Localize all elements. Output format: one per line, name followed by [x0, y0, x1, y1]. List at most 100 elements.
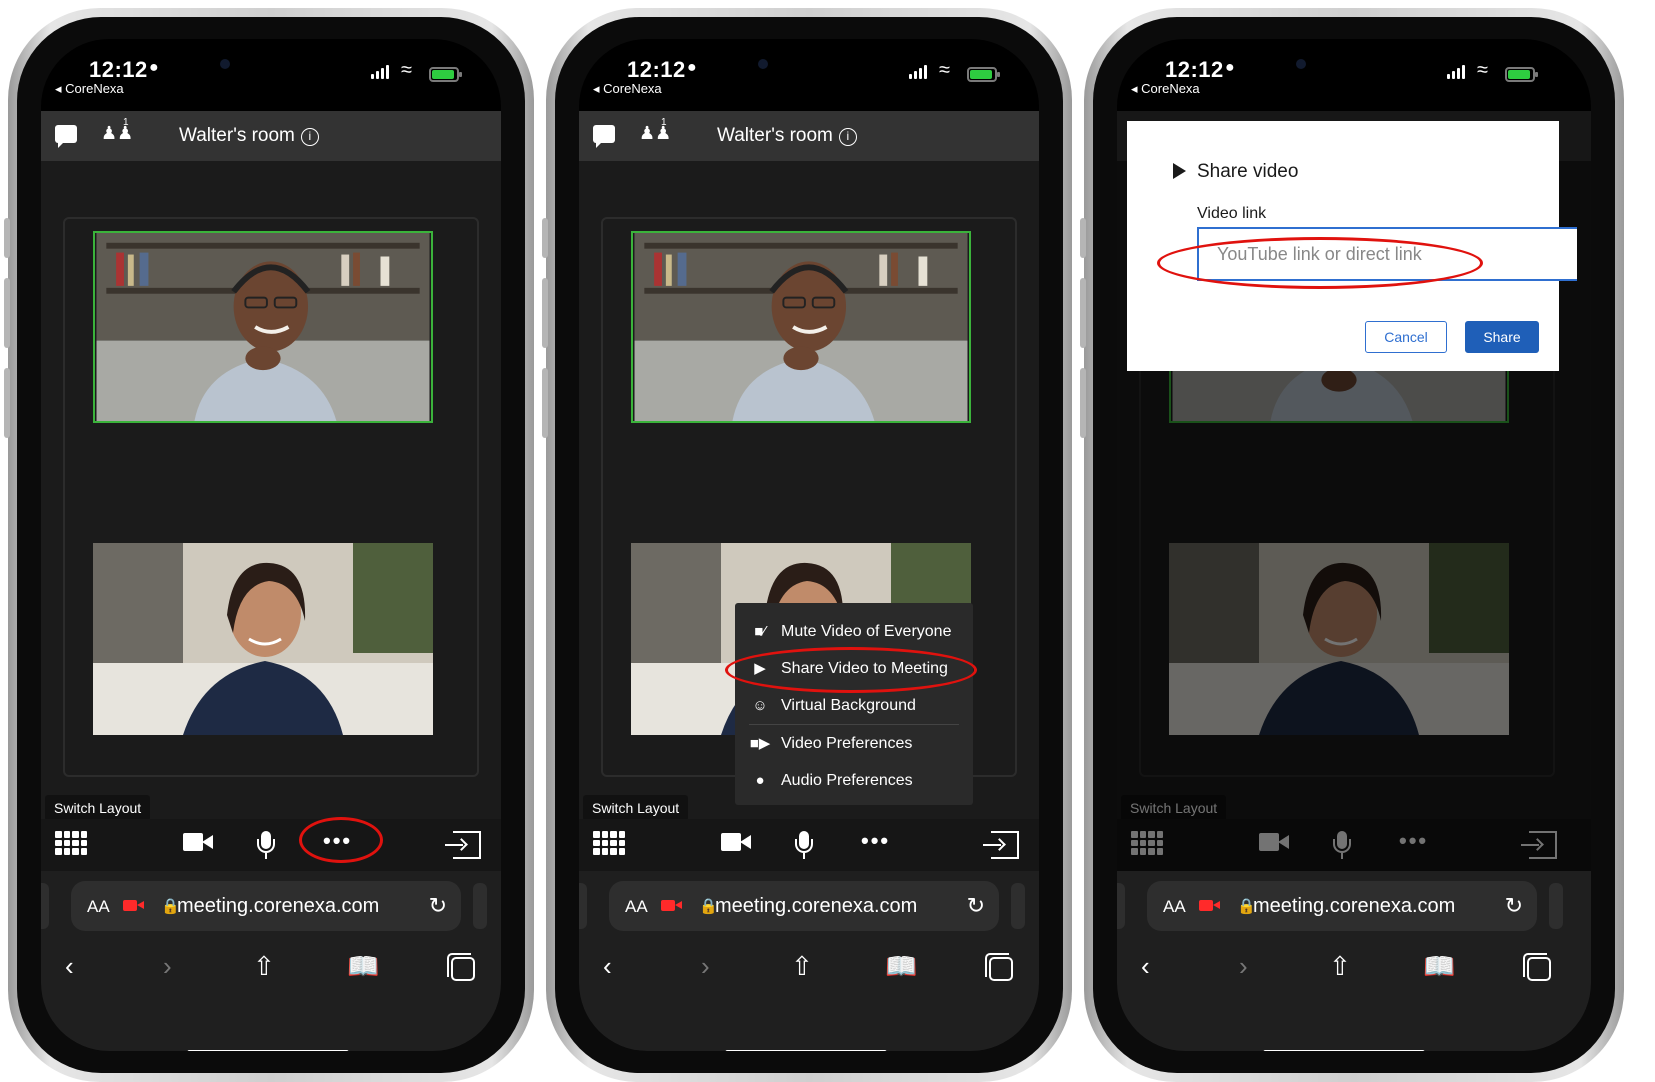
side-button	[542, 278, 548, 348]
back-icon[interactable]: ‹	[603, 951, 612, 982]
microphone-toggle-icon[interactable]	[793, 831, 815, 861]
front-camera	[220, 59, 230, 69]
notch	[736, 39, 900, 101]
video-tile-walter[interactable]	[631, 231, 971, 423]
meeting-toolbar: •••	[41, 819, 501, 871]
info-icon[interactable]: i	[300, 128, 319, 146]
info-icon[interactable]: i	[838, 128, 857, 146]
side-button	[4, 368, 10, 438]
forward-icon[interactable]: ›	[701, 951, 710, 982]
side-button	[1080, 368, 1086, 438]
address-bar[interactable]: AA 🔒 meeting.corenexa.com ↻	[1147, 881, 1537, 931]
wifi-icon: ≈	[939, 59, 950, 81]
menu-item-audio-preferences[interactable]: ● Audio Preferences	[735, 762, 973, 799]
address-bar[interactable]: AA 🔒 meeting.corenexa.com ↻	[609, 881, 999, 931]
leave-meeting-icon[interactable]	[445, 831, 481, 859]
wifi-icon: ≈	[1477, 59, 1488, 81]
tab-preview	[1549, 883, 1563, 929]
forward-icon[interactable]: ›	[163, 951, 172, 982]
bookmarks-icon[interactable]: 📖	[1423, 951, 1455, 982]
tab-preview	[1011, 883, 1025, 929]
back-to-app-link[interactable]: ◂ CoreNexa	[1131, 81, 1200, 97]
tile-view-icon[interactable]	[593, 831, 625, 855]
safari-toolbar: AA 🔒 meeting.corenexa.com ↻ ‹ › ⇧ 📖	[1117, 871, 1591, 1051]
share-sheet-icon[interactable]: ⇧	[791, 951, 813, 982]
video-link-input[interactable]	[1197, 227, 1577, 281]
bookmarks-icon[interactable]: 📖	[347, 951, 379, 982]
back-icon[interactable]: ‹	[65, 951, 74, 982]
battery-icon	[1505, 67, 1538, 82]
text-size-button[interactable]: AA	[625, 897, 648, 917]
bezel: 12:12 ● ◂ CoreNexa ≈ ♟♟ 1 Walter's room i	[17, 17, 525, 1073]
safari-toolbar: AA 🔒 meeting.corenexa.com ↻ ‹ › ⇧ 📖	[41, 871, 501, 1051]
reload-icon[interactable]: ↻	[429, 893, 447, 919]
tab-preview	[473, 883, 487, 929]
tabs-icon[interactable]	[447, 953, 475, 981]
forward-icon[interactable]: ›	[1239, 951, 1248, 982]
microphone-icon: ●	[755, 772, 765, 789]
home-indicator	[187, 1050, 349, 1051]
video-tile-participant[interactable]	[93, 543, 433, 735]
address-bar[interactable]: AA 🔒 meeting.corenexa.com ↻	[71, 881, 461, 931]
home-indicator	[1263, 1050, 1425, 1051]
video-tile-walter[interactable]	[93, 231, 433, 423]
switch-layout-button[interactable]: Switch Layout	[583, 795, 689, 821]
more-options-menu: ■⁄ Mute Video of Everyone ▶ Share Video to…	[735, 603, 973, 805]
bezel: 12:12 ● ◂ CoreNexa ≈ ♟♟ 1 Walter's room i	[555, 17, 1063, 1073]
more-options-icon[interactable]: •••	[323, 830, 352, 852]
side-button	[4, 218, 10, 258]
back-icon[interactable]: ‹	[1141, 951, 1150, 982]
share-sheet-icon[interactable]: ⇧	[253, 951, 275, 982]
phone-2: 12:12 ● ◂ CoreNexa ≈ ♟♟ 1 Walter's room i	[542, 8, 1072, 1082]
share-button[interactable]: Share	[1465, 321, 1539, 353]
browser-nav: ‹ › ⇧ 📖	[41, 951, 501, 991]
signal-icon	[1447, 65, 1467, 79]
phone-1: 12:12 ● ◂ CoreNexa ≈ ♟♟ 1 Walter's room i	[4, 8, 534, 1082]
switch-layout-button[interactable]: Switch Layout	[45, 795, 151, 821]
share-sheet-icon[interactable]: ⇧	[1329, 951, 1351, 982]
tabs-icon[interactable]	[985, 953, 1013, 981]
chat-icon[interactable]	[593, 125, 615, 148]
side-button	[4, 278, 10, 348]
url-text: meeting.corenexa.com	[177, 895, 380, 917]
more-options-icon[interactable]: •••	[861, 830, 890, 852]
walter-video	[634, 233, 968, 421]
tabs-icon[interactable]	[1523, 953, 1551, 981]
camera-toggle-icon[interactable]	[183, 831, 213, 853]
reload-icon[interactable]: ↻	[1505, 893, 1523, 919]
phone-3: 12:12 ● ◂ CoreNexa ≈ Share video Video l…	[1080, 8, 1624, 1082]
text-size-button[interactable]: AA	[1163, 897, 1186, 917]
share-video-dialog: Share video Video link Cancel Share	[1127, 121, 1577, 371]
menu-item-virtual-background[interactable]: ☺ Virtual Background	[735, 687, 973, 724]
signal-icon	[909, 65, 929, 79]
participant-count: 1	[123, 117, 129, 128]
home-indicator	[725, 1050, 887, 1051]
status-time: 12:12	[1165, 57, 1224, 82]
chat-icon[interactable]	[55, 125, 77, 148]
reload-icon[interactable]: ↻	[967, 893, 985, 919]
dialog-title: Share video	[1197, 161, 1299, 182]
back-to-app-link[interactable]: ◂ CoreNexa	[593, 81, 662, 97]
person-icon: ●	[687, 59, 697, 76]
leave-meeting-icon[interactable]	[983, 831, 1019, 859]
cancel-button[interactable]: Cancel	[1365, 321, 1447, 353]
menu-item-video-preferences[interactable]: ■▶ Video Preferences	[735, 725, 973, 762]
camera-toggle-icon[interactable]	[721, 831, 751, 853]
side-button	[1080, 278, 1086, 348]
screen: 12:12 ● ◂ CoreNexa ≈ Share video Video l…	[1117, 39, 1591, 1051]
tile-view-icon[interactable]	[55, 831, 87, 855]
bookmarks-icon[interactable]: 📖	[885, 951, 917, 982]
notch	[198, 39, 362, 101]
camera-icon: ■▶	[749, 735, 771, 752]
menu-item-mute-video-everyone[interactable]: ■⁄ Mute Video of Everyone	[735, 613, 973, 650]
side-button	[542, 368, 548, 438]
text-size-button[interactable]: AA	[87, 897, 110, 917]
back-to-app-link[interactable]: ◂ CoreNexa	[55, 81, 124, 97]
recording-icon	[1199, 900, 1220, 911]
menu-item-share-video[interactable]: ▶ Share Video to Meeting	[735, 650, 973, 687]
screen: 12:12 ● ◂ CoreNexa ≈ ♟♟ 1 Walter's room i	[579, 39, 1039, 1051]
side-button	[542, 218, 548, 258]
browser-nav: ‹ › ⇧ 📖	[579, 951, 1039, 991]
battery-icon	[429, 67, 462, 82]
microphone-toggle-icon[interactable]	[255, 831, 277, 861]
